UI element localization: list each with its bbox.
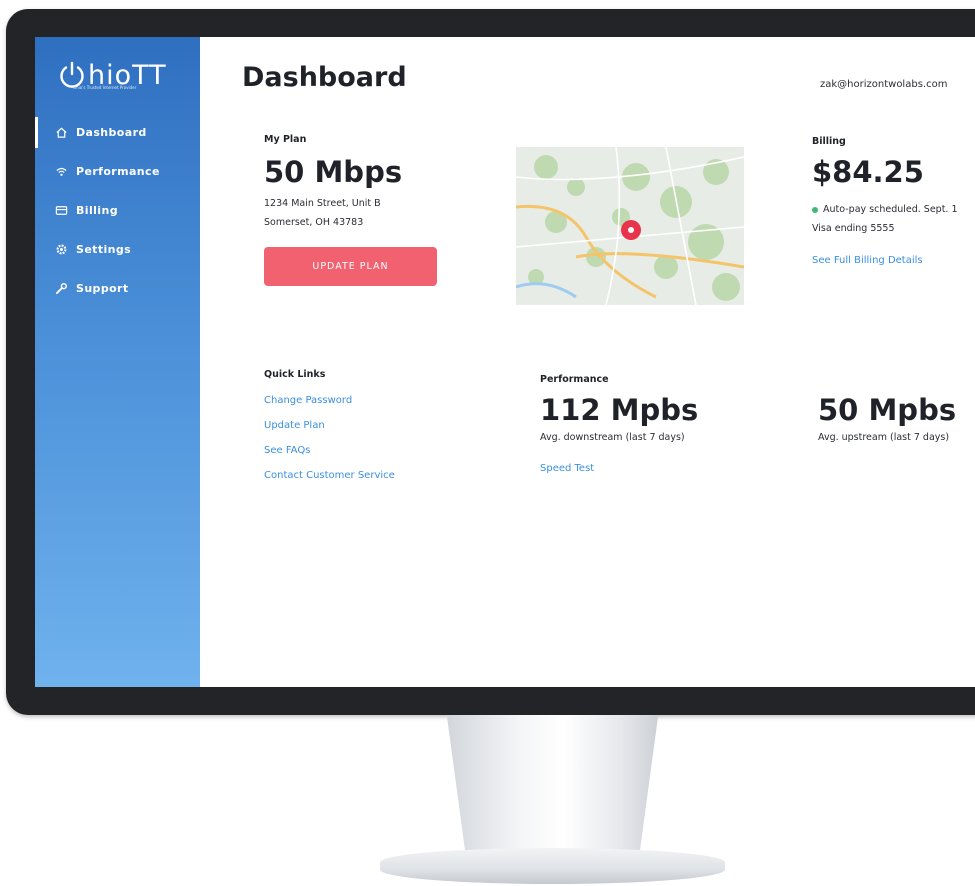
monitor-stand-base xyxy=(380,848,725,884)
wrench-icon xyxy=(55,283,67,295)
quick-link-contact[interactable]: Contact Customer Service xyxy=(264,470,395,481)
downstream-caption: Avg. downstream (last 7 days) xyxy=(540,432,685,443)
sidebar-item-settings[interactable]: Settings xyxy=(35,230,200,269)
autopay-text: Auto-pay scheduled. Sept. 1 xyxy=(823,204,958,215)
sidebar-item-performance[interactable]: Performance xyxy=(35,152,200,191)
wifi-icon xyxy=(56,167,67,176)
billing-amount: $84.25 xyxy=(812,155,924,189)
speed-test-link[interactable]: Speed Test xyxy=(540,463,594,474)
sidebar-nav: Dashboard Performance Billing Settings S… xyxy=(35,113,200,308)
sidebar-item-label: Support xyxy=(76,282,129,295)
plan-address-line1: 1234 Main Street, Unit B xyxy=(264,198,381,209)
downstream-value: 112 Mpbs xyxy=(540,393,699,427)
sidebar-item-label: Billing xyxy=(76,204,118,217)
plan-speed: 50 Mbps xyxy=(264,155,403,189)
gear-icon xyxy=(56,244,67,255)
main-content: Dashboard zak@horizontwolabs.com My Plan… xyxy=(200,37,975,687)
autopay-status: Auto-pay scheduled. Sept. 1 xyxy=(812,201,958,218)
sidebar-item-support[interactable]: Support xyxy=(35,269,200,308)
card-icon xyxy=(55,206,68,215)
billing-details-link[interactable]: See Full Billing Details xyxy=(812,255,923,266)
logo-tagline: Ohio's Trusted Internet Provider xyxy=(73,85,137,90)
page-title: Dashboard xyxy=(242,62,407,93)
status-dot-icon xyxy=(812,206,818,213)
quick-link-faqs[interactable]: See FAQs xyxy=(264,445,310,456)
performance-label: Performance xyxy=(540,374,609,385)
sidebar: hioTT Ohio's Trusted Internet Provider D… xyxy=(35,37,200,687)
sidebar-item-label: Performance xyxy=(76,165,160,178)
service-map[interactable] xyxy=(516,147,744,305)
sidebar-item-label: Settings xyxy=(76,243,132,256)
sidebar-item-label: Dashboard xyxy=(76,126,147,139)
quick-link-update-plan[interactable]: Update Plan xyxy=(264,420,325,431)
quick-links-label: Quick Links xyxy=(264,369,326,380)
sidebar-item-billing[interactable]: Billing xyxy=(35,191,200,230)
monitor-stand-neck xyxy=(446,715,659,865)
plan-address-line2: Somerset, OH 43783 xyxy=(264,217,364,228)
plan-label: My Plan xyxy=(264,134,307,145)
sidebar-item-dashboard[interactable]: Dashboard xyxy=(35,113,200,152)
monitor-screen: hioTT Ohio's Trusted Internet Provider D… xyxy=(35,37,975,687)
billing-label: Billing xyxy=(812,136,846,147)
quick-link-change-password[interactable]: Change Password xyxy=(264,395,352,406)
update-plan-button[interactable]: UPDATE PLAN xyxy=(264,247,437,286)
user-email[interactable]: zak@horizontwolabs.com xyxy=(820,79,947,90)
upstream-value: 50 Mpbs xyxy=(818,393,957,427)
upstream-caption: Avg. upstream (last 7 days) xyxy=(818,432,950,443)
home-icon xyxy=(56,127,67,138)
card-info: Visa ending 5555 xyxy=(812,223,895,234)
